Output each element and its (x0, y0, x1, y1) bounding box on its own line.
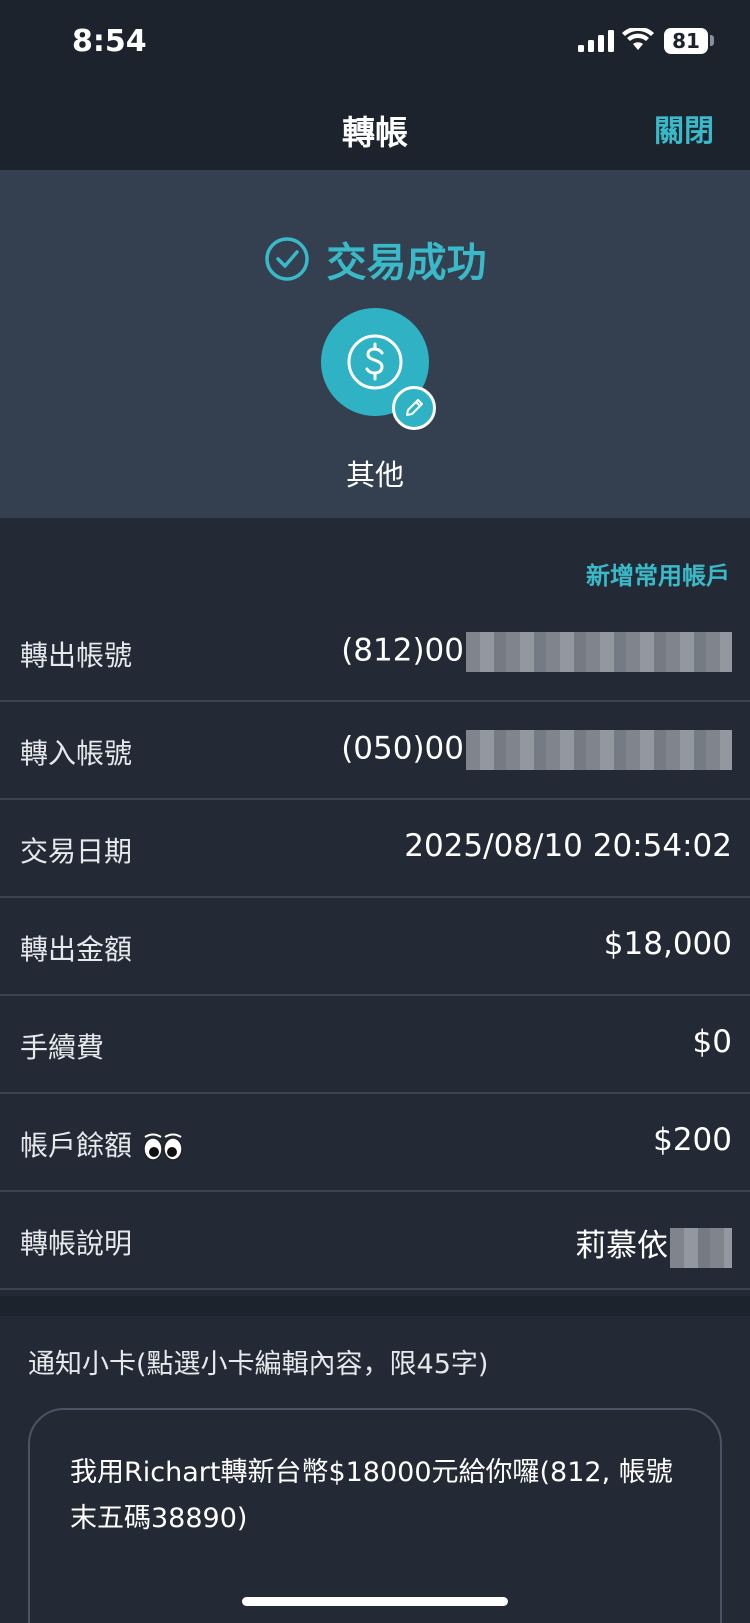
battery-cap (710, 35, 714, 46)
redacted-blur (466, 632, 732, 672)
detail-label: 帳戶餘額 (20, 1124, 184, 1164)
category-label: 其他 (345, 458, 404, 492)
detail-row-to-account: 轉入帳號 (050)00 (0, 702, 750, 800)
pencil-icon (406, 399, 423, 416)
home-indicator[interactable] (242, 1597, 508, 1606)
detail-value: (050)00 (341, 730, 732, 770)
detail-row-date: 交易日期 2025/08/10 20:54:02 (0, 800, 750, 898)
transaction-result-header: 交易成功 其他 (0, 170, 750, 518)
transaction-details: 轉出帳號 (812)00 轉入帳號 (050)00 交易日期 2025/08/1… (0, 604, 750, 1290)
status-time: 8:54 (72, 24, 147, 59)
detail-label: 交易日期 (20, 835, 133, 868)
battery-level: 81 (672, 29, 700, 53)
notification-card-section: 通知小卡(點選小卡編輯內容，限45字) 我用Richart轉新台幣$18000元… (0, 1316, 750, 1623)
detail-value: (812)00 (341, 632, 732, 672)
success-status: 交易成功 (0, 230, 750, 288)
cellular-signal-icon (578, 30, 614, 52)
battery-icon: 81 (664, 28, 708, 54)
detail-value: $0 (692, 1024, 732, 1060)
detail-row-memo: 轉帳說明 莉慕依 (0, 1192, 750, 1290)
memo-text: 莉慕依 (575, 1228, 668, 1264)
detail-label: 轉入帳號 (20, 737, 133, 770)
detail-label: 轉出帳號 (20, 639, 133, 672)
status-bar: 8:54 81 (0, 0, 750, 82)
notification-card-title: 通知小卡(點選小卡編輯內容，限45字) (28, 1349, 489, 1380)
wifi-icon (622, 28, 654, 50)
notification-card[interactable]: 我用Richart轉新台幣$18000元給你囉(812, 帳號末五碼38890) (28, 1408, 722, 1623)
notification-card-text[interactable]: 我用Richart轉新台幣$18000元給你囉(812, 帳號末五碼38890) (70, 1450, 690, 1542)
detail-value: 2025/08/10 20:54:02 (404, 828, 732, 864)
to-account-number: (050)00 (341, 730, 464, 767)
detail-label: 轉出金額 (20, 933, 133, 966)
detail-label: 手續費 (20, 1031, 105, 1064)
dollar-icon (347, 334, 403, 390)
detail-value: 莉慕依 (575, 1220, 732, 1268)
success-text: 交易成功 (326, 240, 487, 286)
detail-row-fee: 手續費 $0 (0, 996, 750, 1094)
detail-label: 轉帳說明 (20, 1227, 133, 1260)
add-favorite-account-link[interactable]: 新增常用帳戶 (586, 556, 730, 591)
section-divider (0, 1296, 750, 1316)
nav-bar: 轉帳 關閉 (0, 82, 750, 170)
balance-label: 帳戶餘額 (20, 1129, 133, 1162)
eyes-icon[interactable] (142, 1132, 184, 1162)
from-account-number: (812)00 (341, 632, 464, 669)
detail-row-balance: 帳戶餘額 $200 (0, 1094, 750, 1192)
edit-category-button[interactable] (392, 386, 436, 430)
redacted-blur (670, 1227, 732, 1268)
check-circle-icon (265, 237, 310, 281)
redacted-blur (466, 730, 732, 770)
detail-value: $18,000 (603, 926, 732, 962)
detail-row-from-account: 轉出帳號 (812)00 (0, 604, 750, 702)
detail-value: $200 (653, 1122, 732, 1158)
detail-row-amount: 轉出金額 $18,000 (0, 898, 750, 996)
close-button[interactable]: 關閉 (654, 106, 714, 150)
page-title: 轉帳 (342, 113, 408, 152)
